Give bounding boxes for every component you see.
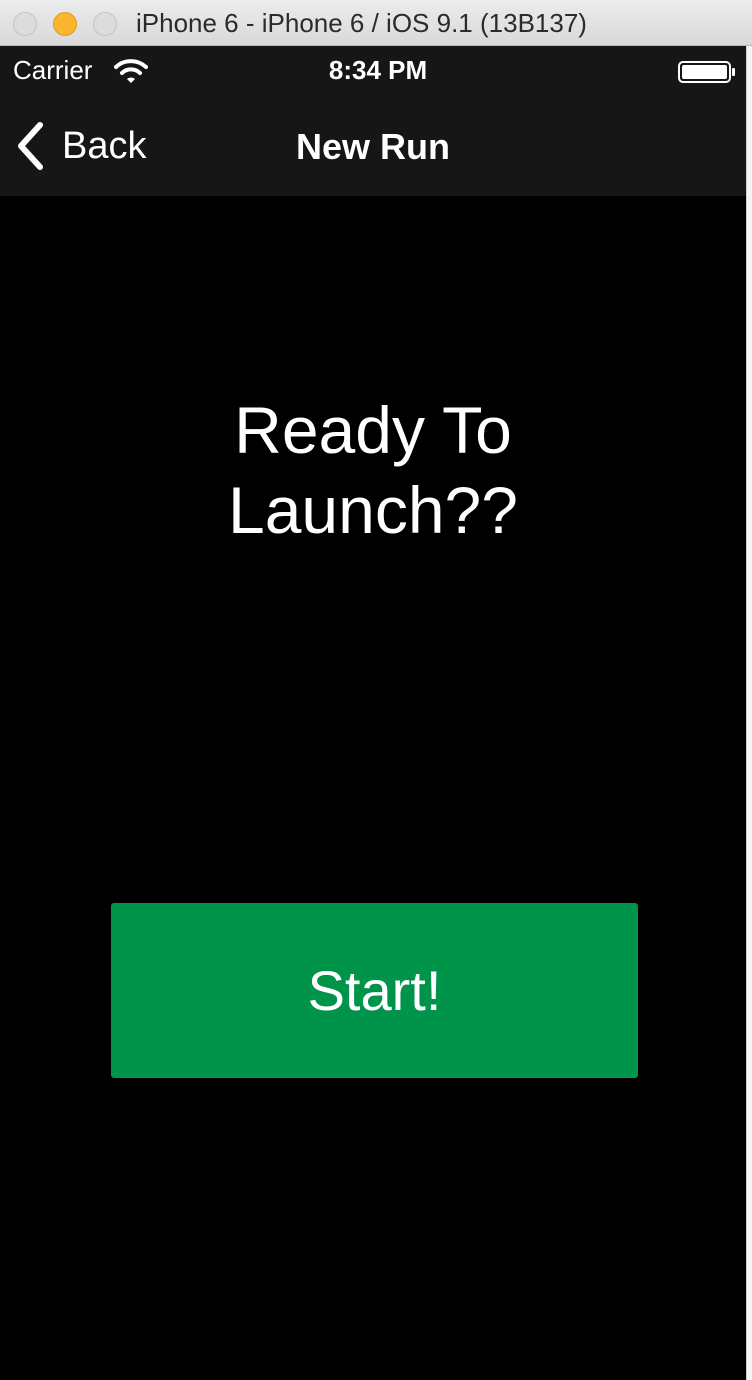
navigation-bar: Back New Run xyxy=(0,98,746,196)
status-bar: Carrier 8:34 PM xyxy=(0,46,746,98)
window-edge xyxy=(746,46,752,1380)
status-time: 8:34 PM xyxy=(328,55,428,85)
page-title: New Run xyxy=(295,126,450,167)
minimize-window-button[interactable] xyxy=(53,12,77,36)
close-window-button[interactable] xyxy=(13,12,37,36)
headline-line-2: Launch?? xyxy=(228,473,518,547)
start-button[interactable]: Start! xyxy=(111,903,638,1078)
simulator-window: iPhone 6 - iPhone 6 / iOS 9.1 (13B137) C… xyxy=(0,0,752,1380)
zoom-window-button[interactable] xyxy=(93,12,117,36)
window-title: iPhone 6 - iPhone 6 / iOS 9.1 (13B137) xyxy=(136,8,587,38)
headline-line-1: Ready To xyxy=(234,393,512,467)
battery-icon xyxy=(678,61,735,83)
device-screen: Carrier 8:34 PM Back New Run Ready To La… xyxy=(0,46,746,1380)
window-titlebar: iPhone 6 - iPhone 6 / iOS 9.1 (13B137) xyxy=(0,0,752,46)
ready-headline: Ready To Launch?? xyxy=(123,390,623,550)
start-button-label: Start! xyxy=(307,959,442,1022)
